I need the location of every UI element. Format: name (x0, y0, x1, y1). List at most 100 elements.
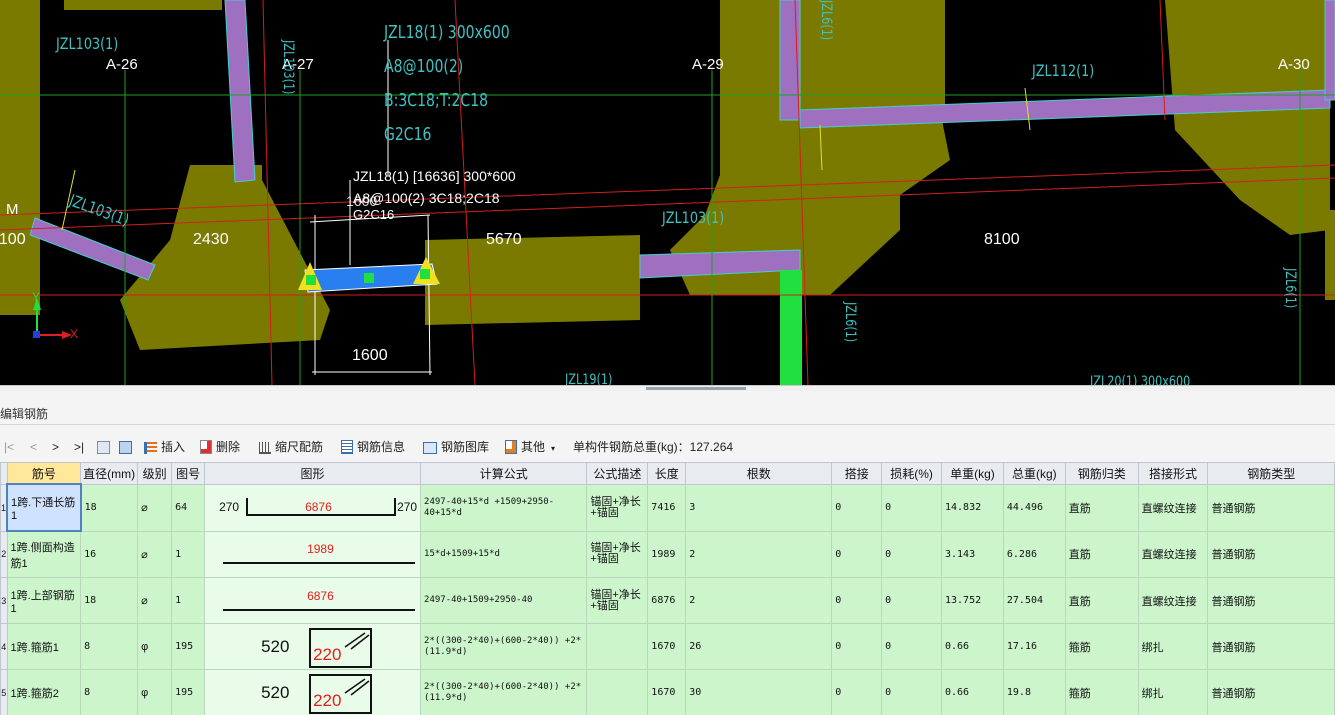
col-formula[interactable]: 计算公式 (420, 462, 588, 485)
grade-cell[interactable]: φ (137, 669, 173, 715)
rebar-type-cell[interactable]: 普通钢筋 (1207, 623, 1335, 670)
lap-cell[interactable]: 0 (831, 669, 883, 715)
lap-cell[interactable]: 0 (831, 577, 883, 624)
figure-cell[interactable]: 520 220 (204, 623, 422, 670)
rebar-info-button[interactable]: 钢筋信息 (341, 437, 405, 457)
figure-no-cell[interactable]: 195 (171, 623, 206, 670)
rebar-type-cell[interactable]: 普通钢筋 (1207, 577, 1335, 624)
col-lap[interactable]: 搭接 (831, 462, 883, 485)
cad-canvas[interactable]: A-26 A-27 A-29 A-30 JZL103(1) JZL103(1) … (0, 0, 1335, 385)
length-cell[interactable]: 1670 (647, 623, 687, 670)
other-dropdown[interactable]: 其他 ▾ (505, 437, 555, 457)
unit-weight-cell[interactable]: 14.832 (941, 483, 1004, 532)
splitter-grip[interactable] (646, 387, 746, 390)
rebar-name-cell[interactable]: 1跨.箍筋2 (6, 669, 82, 715)
diameter-cell[interactable]: 18 (80, 577, 139, 624)
length-cell[interactable]: 1670 (647, 669, 687, 715)
loss-cell[interactable]: 0 (881, 669, 942, 715)
lap-type-cell[interactable]: 直螺纹连接 (1137, 483, 1209, 532)
figure-no-cell[interactable]: 1 (171, 530, 206, 578)
rebar-name-cell[interactable]: 1跨.下通长筋1 (6, 483, 82, 532)
rebar-type-cell[interactable]: 普通钢筋 (1207, 483, 1335, 532)
unit-weight-cell[interactable]: 3.143 (941, 530, 1004, 578)
rebar-name-cell[interactable]: 1跨.箍筋1 (6, 623, 82, 670)
figure-no-cell[interactable]: 64 (171, 483, 206, 532)
figure-no-cell[interactable]: 1 (171, 577, 206, 624)
total-weight-cell[interactable]: 6.286 (1002, 530, 1066, 578)
category-cell[interactable]: 直筋 (1064, 577, 1139, 624)
formula-cell[interactable]: 2497-40+1509+2950-40 (420, 577, 588, 624)
formula-cell[interactable]: 2*((300-2*40)+(600-2*40)) +2*(11.9*d) (420, 623, 588, 670)
lap-cell[interactable]: 0 (831, 530, 883, 578)
fig-mid-value[interactable]: 1989 (307, 542, 334, 556)
col-diameter[interactable]: 直径(mm) (80, 462, 139, 485)
figure-cell[interactable]: 6876 (204, 577, 422, 624)
table-row[interactable]: 2 1跨.侧面构造筋1 16 ⌀ 1 1989 15*d+1509+15*d 锚… (0, 530, 1335, 578)
fig-width-value[interactable]: 520 (261, 683, 289, 703)
lap-type-cell[interactable]: 直螺纹连接 (1137, 577, 1209, 624)
count-cell[interactable]: 26 (685, 623, 833, 670)
rebar-name-cell[interactable]: 1跨.侧面构造筋1 (6, 530, 82, 578)
length-cell[interactable]: 6876 (647, 577, 687, 624)
rebar-type-cell[interactable]: 普通钢筋 (1207, 530, 1335, 578)
loss-cell[interactable]: 0 (881, 530, 942, 578)
nav-last-button[interactable]: >| (74, 437, 84, 457)
fig-mid-value[interactable]: 6876 (305, 500, 332, 514)
loss-cell[interactable]: 0 (881, 577, 942, 624)
lap-cell[interactable]: 0 (831, 483, 883, 532)
col-figure-no[interactable]: 图号 (171, 462, 206, 485)
col-unit-weight[interactable]: 单重(kg) (941, 462, 1004, 485)
count-cell[interactable]: 30 (685, 669, 833, 715)
diameter-cell[interactable]: 8 (80, 669, 139, 715)
formula-desc-cell[interactable]: 锚固+净长+锚固 (586, 577, 649, 624)
length-cell[interactable]: 1989 (647, 530, 687, 578)
formula-cell[interactable]: 2497-40+15*d +1509+2950-40+15*d (420, 483, 588, 532)
insert-button[interactable]: 插入 (144, 437, 185, 457)
move-up-button[interactable] (97, 437, 114, 457)
col-length[interactable]: 长度 (647, 462, 687, 485)
category-cell[interactable]: 直筋 (1064, 530, 1139, 578)
figure-no-cell[interactable]: 195 (171, 669, 206, 715)
grade-cell[interactable]: ⌀ (137, 577, 173, 624)
formula-desc-cell[interactable] (586, 623, 649, 670)
grade-cell[interactable]: ⌀ (137, 530, 173, 578)
length-cell[interactable]: 7416 (647, 483, 687, 532)
lap-type-cell[interactable]: 绑扎 (1137, 669, 1209, 715)
table-row[interactable]: 3 1跨.上部钢筋1 18 ⌀ 1 6876 2497-40+1509+2950… (0, 577, 1335, 624)
rebar-name-cell[interactable]: 1跨.上部钢筋1 (6, 577, 82, 624)
diameter-cell[interactable]: 8 (80, 623, 139, 670)
total-weight-cell[interactable]: 17.16 (1002, 623, 1066, 670)
unit-weight-cell[interactable]: 0.66 (941, 623, 1004, 670)
col-rebar-no[interactable]: 筋号 (6, 462, 82, 485)
rebar-library-button[interactable]: 钢筋图库 (423, 437, 489, 457)
table-row[interactable]: 1 1跨.下通长筋1 18 ⌀ 64 270 6876 270 2497-40+… (0, 483, 1335, 532)
col-category[interactable]: 钢筋归类 (1064, 462, 1139, 485)
formula-desc-cell[interactable]: 锚固+净长+锚固 (586, 483, 649, 532)
scale-config-button[interactable]: 缩尺配筋 (259, 437, 323, 457)
col-count[interactable]: 根数 (685, 462, 833, 485)
count-cell[interactable]: 2 (685, 530, 833, 578)
fig-width-value[interactable]: 520 (261, 637, 289, 657)
grade-cell[interactable]: ⌀ (137, 483, 173, 532)
move-down-button[interactable] (119, 437, 136, 457)
table-row[interactable]: 4 1跨.箍筋1 8 φ 195 520 220 2*((300-2*40)+(… (0, 623, 1335, 670)
col-rebar-type[interactable]: 钢筋类型 (1207, 462, 1335, 485)
nav-prev-button[interactable]: < (30, 437, 37, 457)
nav-next-button[interactable]: > (52, 437, 59, 457)
lap-type-cell[interactable]: 绑扎 (1137, 623, 1209, 670)
grade-cell[interactable]: φ (137, 623, 173, 670)
loss-cell[interactable]: 0 (881, 483, 942, 532)
fig-height-value[interactable]: 220 (313, 645, 341, 665)
lap-type-cell[interactable]: 直螺纹连接 (1137, 530, 1209, 578)
diameter-cell[interactable]: 18 (80, 483, 139, 532)
formula-cell[interactable]: 15*d+1509+15*d (420, 530, 588, 578)
cad-drawing[interactable] (0, 0, 1335, 385)
unit-weight-cell[interactable]: 13.752 (941, 577, 1004, 624)
total-weight-cell[interactable]: 44.496 (1002, 483, 1066, 532)
total-weight-cell[interactable]: 19.8 (1002, 669, 1066, 715)
total-weight-cell[interactable]: 27.504 (1002, 577, 1066, 624)
count-cell[interactable]: 2 (685, 577, 833, 624)
formula-desc-cell[interactable]: 锚固+净长+锚固 (586, 530, 649, 578)
nav-first-button[interactable]: |< (4, 437, 14, 457)
category-cell[interactable]: 箍筋 (1064, 623, 1139, 670)
